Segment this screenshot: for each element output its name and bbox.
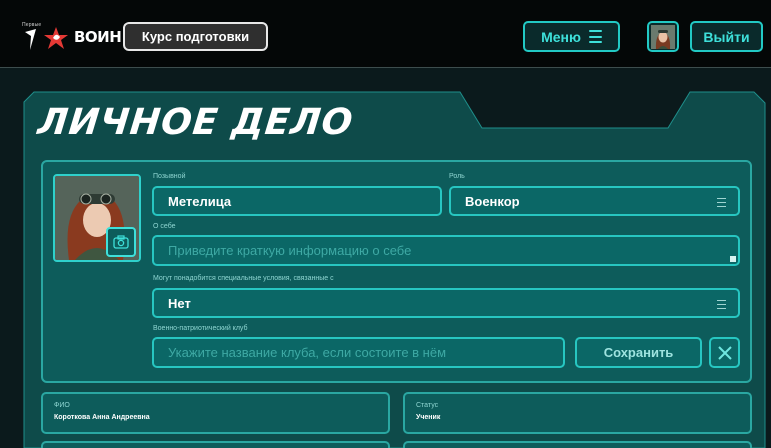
fio-value: Короткова Анна Андреевна xyxy=(54,414,150,421)
role-label: Роль xyxy=(449,173,465,180)
conditions-value: Нет xyxy=(168,295,191,311)
fio-card: ФИО Короткова Анна Андреевна xyxy=(41,392,390,434)
about-textarea[interactable]: Приведите краткую информацию о себе xyxy=(152,235,740,266)
clear-button[interactable] xyxy=(709,337,740,368)
dropdown-lines-icon xyxy=(717,198,726,207)
club-placeholder: Укажите название клуба, если состоите в … xyxy=(168,345,447,360)
status-label: Статус xyxy=(416,402,439,409)
save-button[interactable]: Сохранить xyxy=(575,337,702,368)
info-card-next-right xyxy=(403,441,752,448)
pervye-logo-text: Первые xyxy=(22,22,42,28)
yunarmiya-star-icon[interactable] xyxy=(44,26,70,50)
change-photo-button[interactable] xyxy=(106,227,136,257)
info-card-next-left xyxy=(41,441,390,448)
menu-icon xyxy=(588,30,602,43)
conditions-select[interactable]: Нет xyxy=(152,288,740,318)
pervye-arrow-icon xyxy=(25,29,36,50)
pervye-logo[interactable]: Первые xyxy=(22,22,42,52)
close-icon xyxy=(717,345,732,360)
course-button[interactable]: Курс подготовки xyxy=(123,22,268,51)
callsign-label: Позывной xyxy=(153,173,186,180)
status-value: Ученик xyxy=(416,414,441,421)
top-bar: Первые ВОИН Курс подготовки Меню Выйти xyxy=(0,0,771,68)
callsign-value: Метелица xyxy=(168,193,232,209)
club-input[interactable]: Укажите название клуба, если состоите в … xyxy=(152,337,565,368)
about-label: О себе xyxy=(153,223,176,230)
status-card: Статус Ученик xyxy=(403,392,752,434)
exit-button[interactable]: Выйти xyxy=(690,21,763,52)
camera-icon xyxy=(113,235,129,249)
menu-button[interactable]: Меню xyxy=(523,21,620,52)
voin-logo[interactable]: ВОИН xyxy=(74,28,122,46)
club-label: Военно-патриотический клуб xyxy=(153,325,248,332)
fio-label: ФИО xyxy=(54,402,70,409)
user-avatar-button[interactable] xyxy=(647,21,679,52)
page-title: ЛИЧНОЕ ДЕЛО xyxy=(35,102,356,143)
role-select[interactable]: Военкор xyxy=(449,186,740,216)
conditions-label: Могут понадобится специальные условия, с… xyxy=(153,275,334,282)
resize-handle-icon[interactable] xyxy=(730,256,736,262)
dropdown-lines-icon xyxy=(717,300,726,309)
callsign-field[interactable]: Метелица xyxy=(152,186,442,216)
role-value: Военкор xyxy=(465,193,520,209)
avatar xyxy=(651,24,675,49)
about-placeholder: Приведите краткую информацию о себе xyxy=(168,243,412,258)
menu-button-label: Меню xyxy=(541,28,581,45)
